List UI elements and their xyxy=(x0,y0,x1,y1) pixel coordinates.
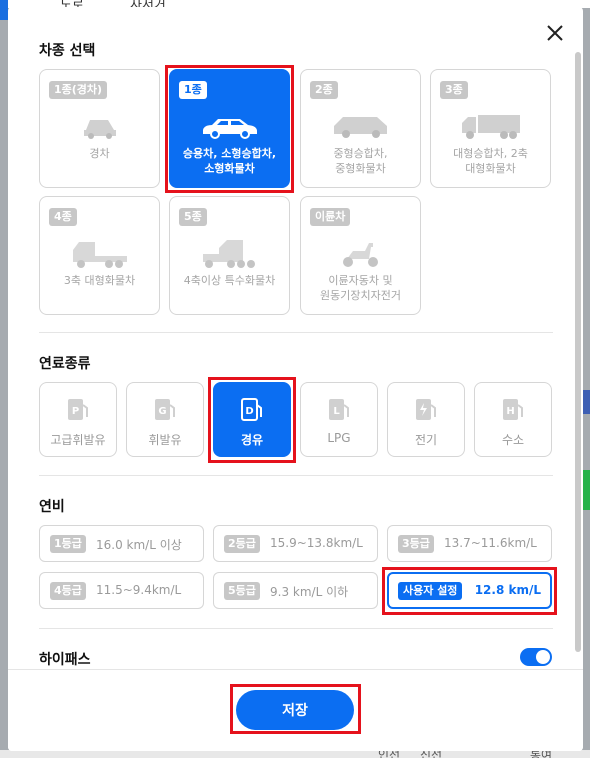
custom-setting-badge: 사용자 설정 xyxy=(398,582,463,600)
map-route-line xyxy=(582,470,590,510)
fuel-card-lpg[interactable]: L LPG xyxy=(300,382,378,457)
svg-text:L: L xyxy=(333,406,340,417)
fuel-label: 전기 xyxy=(414,433,438,447)
van-icon xyxy=(301,110,420,144)
save-button[interactable]: 저장 xyxy=(236,690,354,730)
efficiency-option-grade4[interactable]: 4등급 11.5~9.4km/L xyxy=(39,572,204,609)
vehicle-class-badge: 5종 xyxy=(179,208,207,226)
vehicle-card-class5[interactable]: 5종 4축이상 특수화물차 xyxy=(169,196,290,315)
section-title-hipass: 하이패스 xyxy=(39,652,91,668)
svg-text:P: P xyxy=(72,406,79,417)
fuel-card-premium[interactable]: P 고급휘발유 xyxy=(39,382,117,457)
vehicle-label: 이륜자동차 및 원동기장치자전거 xyxy=(320,274,401,302)
map-side-tab xyxy=(0,0,8,20)
svg-text:D: D xyxy=(245,406,253,417)
section-title-vehicle: 차종 선택 xyxy=(39,43,96,59)
vehicle-card-class4[interactable]: 4종 3축 대형화물차 xyxy=(39,196,160,315)
efficiency-value: 13.7~11.6km/L xyxy=(444,536,537,550)
map-road-marker xyxy=(582,390,590,414)
fuel-label: 경유 xyxy=(240,433,264,447)
vehicle-class-badge: 2종 xyxy=(310,81,338,99)
fuel-card-diesel[interactable]: D 경유 xyxy=(213,382,291,457)
vehicle-class-badge: 1종 xyxy=(179,81,207,99)
vehicle-class-badge: 이륜차 xyxy=(310,208,351,226)
grade-badge: 2등급 xyxy=(224,535,260,553)
vehicle-class-badge: 4종 xyxy=(49,208,77,226)
section-title-fuel: 연료종류 xyxy=(39,356,91,372)
vehicle-class-badge: 1종(경차) xyxy=(49,81,108,99)
fuel-label: 휘발유 xyxy=(148,433,182,447)
special-truck-icon xyxy=(170,237,289,271)
scooter-icon xyxy=(301,237,420,271)
fuel-label: 수소 xyxy=(501,433,525,447)
grade-badge: 3등급 xyxy=(398,535,434,553)
grade-badge: 4등급 xyxy=(50,582,86,600)
efficiency-value: 9.3 km/L 이하 xyxy=(270,585,349,599)
vehicle-card-twowheeler[interactable]: 이륜차 이륜자동차 및 원동기장치자전거 xyxy=(300,196,421,315)
svg-text:G: G xyxy=(158,406,166,417)
section-divider xyxy=(39,628,553,629)
fuel-card-hydrogen[interactable]: H 수소 xyxy=(474,382,552,457)
map-bottom-strip: 인선 신선 통여 xyxy=(0,748,590,758)
diesel-icon: D xyxy=(214,397,290,423)
vehicle-label: 4축이상 특수화물차 xyxy=(183,274,276,287)
truck-icon xyxy=(431,110,550,144)
efficiency-value: 15.9~13.8km/L xyxy=(270,536,363,550)
fuel-label: 고급휘발유 xyxy=(50,433,106,447)
vehicle-label: 3축 대형화물차 xyxy=(63,274,136,287)
sedan-car-icon xyxy=(170,110,289,144)
vehicle-card-class1[interactable]: 1종 승용차, 소형승합차, 소형화물차 xyxy=(169,69,290,188)
compact-car-icon xyxy=(40,110,159,144)
premium-gasoline-icon: P xyxy=(40,397,116,423)
vehicle-label: 경차 xyxy=(89,147,110,160)
efficiency-option-grade5[interactable]: 5등급 9.3 km/L 이하 xyxy=(213,572,378,609)
vehicle-label: 대형승합차, 2축 대형화물차 xyxy=(453,147,528,175)
toggle-knob xyxy=(536,650,550,664)
efficiency-option-grade1[interactable]: 1등급 16.0 km/L 이상 xyxy=(39,525,204,562)
section-title-efficiency: 연비 xyxy=(39,499,65,515)
section-divider xyxy=(39,332,553,333)
efficiency-option-grade2[interactable]: 2등급 15.9~13.8km/L xyxy=(213,525,378,562)
fuel-label: LPG xyxy=(327,431,351,445)
efficiency-option-grade3[interactable]: 3등급 13.7~11.6km/L xyxy=(387,525,552,562)
lpg-icon: L xyxy=(301,397,377,423)
gasoline-icon: G xyxy=(127,397,203,423)
efficiency-option-custom[interactable]: 사용자 설정 12.8 km/L xyxy=(387,572,552,609)
hydrogen-icon: H xyxy=(475,397,551,423)
vehicle-label: 중형승합차, 중형화물차 xyxy=(333,147,388,175)
scrollbar[interactable] xyxy=(575,52,581,652)
fuel-card-electric[interactable]: 전기 xyxy=(387,382,465,457)
vehicle-card-compact[interactable]: 1종(경차) 경차 xyxy=(39,69,160,188)
vehicle-card-class2[interactable]: 2종 중형승합차, 중형화물차 xyxy=(300,69,421,188)
custom-efficiency-value: 12.8 km/L xyxy=(474,583,541,597)
section-divider xyxy=(39,475,553,476)
grade-badge: 5등급 xyxy=(224,582,260,600)
vehicle-settings-dialog: 차종 선택 1종(경차) 경차 1종 승용차, 소형승합차, 소형화물차 2종 … xyxy=(8,7,583,751)
fuel-card-gasoline[interactable]: G 휘발유 xyxy=(126,382,204,457)
efficiency-value: 11.5~9.4km/L xyxy=(96,583,182,597)
electric-icon xyxy=(388,397,464,423)
big-truck-icon xyxy=(40,237,159,271)
efficiency-value: 16.0 km/L 이상 xyxy=(96,538,182,552)
hipass-toggle[interactable] xyxy=(520,648,552,666)
vehicle-class-badge: 3종 xyxy=(440,81,468,99)
dialog-scroll-area[interactable]: 차종 선택 1종(경차) 경차 1종 승용차, 소형승합차, 소형화물차 2종 … xyxy=(8,7,583,669)
vehicle-card-class3[interactable]: 3종 대형승합차, 2축 대형화물차 xyxy=(430,69,551,188)
dialog-footer: 저장 xyxy=(8,669,583,751)
grade-badge: 1등급 xyxy=(50,535,86,553)
svg-text:H: H xyxy=(506,406,514,417)
vehicle-label: 승용차, 소형승합차, 소형화물차 xyxy=(182,147,277,175)
